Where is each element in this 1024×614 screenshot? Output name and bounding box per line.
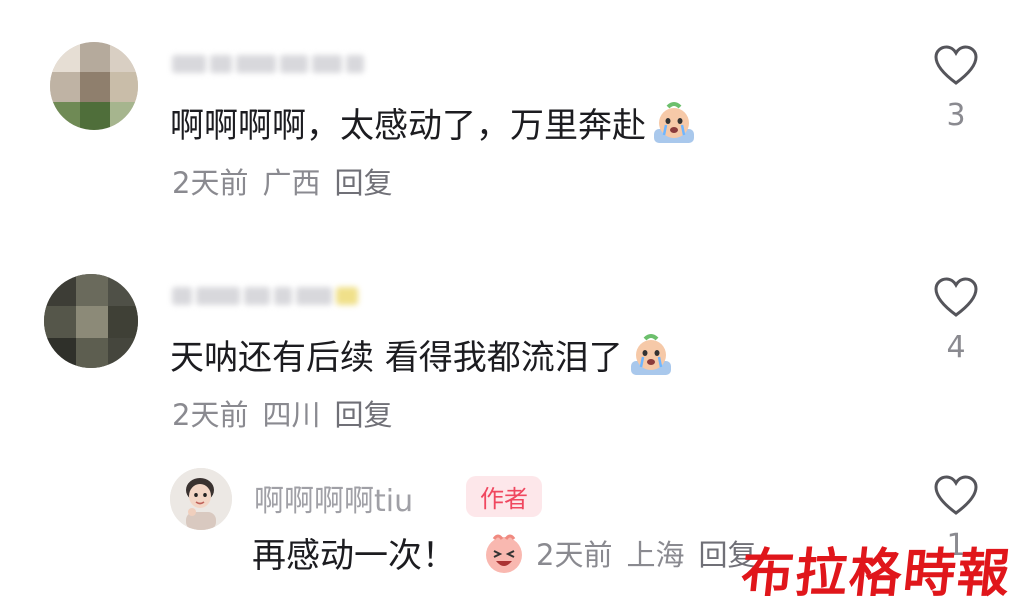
author-avatar-image <box>170 468 232 530</box>
watermark-logo: 布拉格時報 <box>738 543 1015 604</box>
username-blurred[interactable] <box>172 50 364 78</box>
avatar[interactable] <box>50 42 138 130</box>
timestamp: 2天前 <box>172 166 249 200</box>
location: 四川 <box>262 398 321 432</box>
timestamp: 2天前 <box>536 537 613 572</box>
comment-item: 天呐还有后续 看得我都流泪了 2天前 四川 回复 4 <box>0 230 1024 450</box>
author-badge: 作者 <box>466 476 542 517</box>
laughing-face-sticker <box>486 534 522 573</box>
heart-icon <box>934 45 978 85</box>
reply-text-row: 再感动一次！ 2天前 上海 回复 <box>252 528 756 577</box>
timestamp: 2天前 <box>172 398 249 432</box>
location: 上海 <box>626 537 685 572</box>
reply-text: 再感动一次！ <box>252 536 456 576</box>
location: 广西 <box>262 166 321 200</box>
crying-face-sticker <box>654 101 694 143</box>
comment-text: 啊啊啊啊，太感动了，万里奔赴 <box>170 98 698 147</box>
like-button[interactable]: 3 <box>926 44 986 133</box>
reply-button[interactable]: 回复 <box>334 392 392 434</box>
reply-username[interactable]: 啊啊啊啊tiu <box>254 476 413 520</box>
avatar[interactable] <box>170 468 232 530</box>
username-blurred[interactable] <box>172 282 358 310</box>
heart-icon <box>934 475 978 515</box>
like-button[interactable]: 4 <box>926 276 986 365</box>
comment-meta: 2天前 广西 回复 <box>172 160 392 202</box>
crying-face-sticker <box>630 333 671 375</box>
avatar[interactable] <box>44 274 138 368</box>
comment-item: 啊啊啊啊，太感动了，万里奔赴 2天前 广西 回复 3 <box>0 0 1024 220</box>
heart-icon <box>934 277 978 317</box>
reply-button[interactable]: 回复 <box>334 160 392 202</box>
comment-section: 啊啊啊啊，太感动了，万里奔赴 2天前 广西 回复 3 天呐还有后续 看得我都流泪… <box>0 0 1024 614</box>
comment-text: 天呐还有后续 看得我都流泪了 <box>170 330 675 379</box>
like-count: 3 <box>946 98 966 133</box>
like-count: 4 <box>946 330 966 365</box>
comment-meta: 2天前 四川 回复 <box>172 392 392 434</box>
